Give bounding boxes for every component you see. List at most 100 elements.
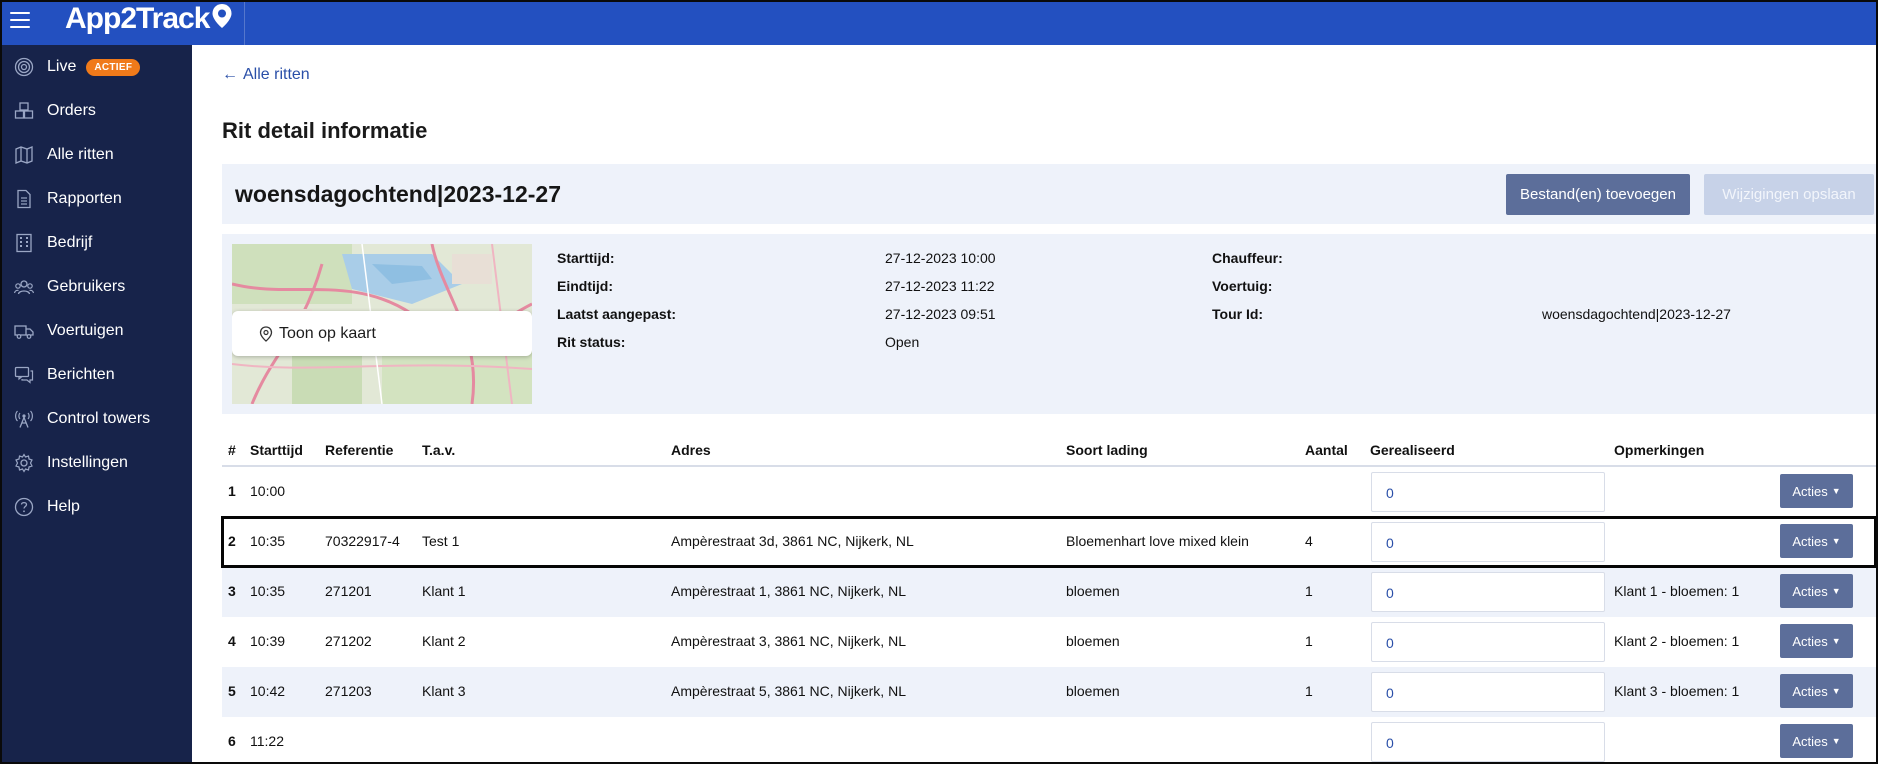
caret-down-icon: ▼ xyxy=(1831,686,1841,696)
realized-input[interactable]: 0 xyxy=(1371,472,1605,512)
gear-icon xyxy=(13,452,35,474)
sidebar-item-label: Alle ritten xyxy=(47,146,114,163)
tower-icon xyxy=(13,408,35,430)
row-cargo-type: bloemen xyxy=(1066,683,1120,699)
sidebar-item-label: Voertuigen xyxy=(47,322,124,339)
realized-input[interactable]: 0 xyxy=(1371,622,1605,662)
end-time-value: 27-12-2023 11:22 xyxy=(885,278,995,294)
realized-input[interactable]: 0 xyxy=(1371,672,1605,712)
table-row: 4 10:39 271202 Klant 2 Ampèrestraat 3, 3… xyxy=(222,617,1876,667)
back-link[interactable]: ← Alle ritten xyxy=(222,66,310,84)
caret-down-icon: ▼ xyxy=(1831,636,1841,646)
column-header-tav: T.a.v. xyxy=(422,442,456,458)
back-link-label: Alle ritten xyxy=(243,66,310,83)
actions-dropdown-button[interactable]: Acties ▼ xyxy=(1780,474,1853,508)
row-remarks: Klant 1 - bloemen: 1 xyxy=(1614,583,1740,599)
table-row: 3 10:35 271201 Klant 1 Ampèrestraat 1, 3… xyxy=(222,567,1876,617)
row-address: Ampèrestraat 5, 3861 NC, Nijkerk, NL xyxy=(671,683,906,699)
caret-down-icon: ▼ xyxy=(1831,736,1841,746)
last-modified-label: Laatst aangepast: xyxy=(557,306,677,322)
sidebar-item-live[interactable]: Live ACTIEF xyxy=(0,47,192,87)
actions-label: Acties xyxy=(1792,483,1828,499)
sidebar-item-alle-ritten[interactable]: Alle ritten xyxy=(0,135,192,175)
arrow-left-icon: ← xyxy=(222,66,238,83)
table-row: 1 10:00 0 Acties ▼ xyxy=(222,467,1876,517)
row-number: 4 xyxy=(228,633,236,649)
top-bar: App2Track xyxy=(0,0,1878,45)
hamburger-menu-icon[interactable] xyxy=(10,12,30,30)
route-name: woensdagochtend|2023-12-27 xyxy=(235,181,561,207)
vehicle-label: Voertuig: xyxy=(1212,278,1273,294)
column-header-number: # xyxy=(228,442,236,458)
column-header-adres: Adres xyxy=(671,442,711,458)
row-start-time: 10:39 xyxy=(250,633,286,649)
row-address: Ampèrestraat 3d, 3861 NC, Nijkerk, NL xyxy=(671,533,914,549)
row-count: 1 xyxy=(1305,683,1313,699)
row-reference: 271201 xyxy=(325,583,372,599)
show-on-map-button[interactable]: Toon op kaart xyxy=(232,311,532,356)
actions-dropdown-button[interactable]: Acties ▼ xyxy=(1780,624,1853,658)
sidebar-item-orders[interactable]: Orders xyxy=(0,91,192,131)
sidebar-item-help[interactable]: Help xyxy=(0,487,192,527)
row-count: 1 xyxy=(1305,633,1313,649)
column-header-opmerkingen: Opmerkingen xyxy=(1614,442,1705,458)
row-address: Ampèrestraat 1, 3861 NC, Nijkerk, NL xyxy=(671,583,906,599)
save-changes-button[interactable]: Wijzigingen opslaan xyxy=(1704,174,1874,215)
actions-dropdown-button[interactable]: Acties ▼ xyxy=(1780,724,1853,758)
row-cargo-type: bloemen xyxy=(1066,583,1120,599)
start-time-label: Starttijd: xyxy=(557,250,615,266)
actions-dropdown-button[interactable]: Acties ▼ xyxy=(1780,524,1853,558)
sidebar-item-berichten[interactable]: Berichten xyxy=(0,355,192,395)
row-start-time: 10:42 xyxy=(250,683,286,699)
map-icon xyxy=(13,144,35,166)
realized-input[interactable]: 0 xyxy=(1371,572,1605,612)
sidebar-item-label: Help xyxy=(47,498,80,515)
users-icon xyxy=(13,276,35,298)
add-files-button[interactable]: Bestand(en) toevoegen xyxy=(1506,174,1690,215)
app-logo[interactable]: App2Track xyxy=(65,2,233,36)
sidebar-item-gebruikers[interactable]: Gebruikers xyxy=(0,267,192,307)
boxes-icon xyxy=(13,100,35,122)
route-status-value: Open xyxy=(885,334,920,350)
sidebar-item-bedrijf[interactable]: Bedrijf xyxy=(0,223,192,263)
caret-down-icon: ▼ xyxy=(1831,586,1841,596)
sidebar-item-rapporten[interactable]: Rapporten xyxy=(0,179,192,219)
sidebar-item-voertuigen[interactable]: Voertuigen xyxy=(0,311,192,351)
show-on-map-label: Toon op kaart xyxy=(279,324,376,342)
start-time-value: 27-12-2023 10:00 xyxy=(885,250,996,266)
realized-input[interactable]: 0 xyxy=(1371,522,1605,562)
row-attention: Test 1 xyxy=(422,533,460,549)
row-remarks: Klant 3 - bloemen: 1 xyxy=(1614,683,1740,699)
sidebar-item-label: Control towers xyxy=(47,410,151,427)
column-header-referentie: Referentie xyxy=(325,442,394,458)
actions-label: Acties xyxy=(1792,733,1828,749)
row-attention: Klant 2 xyxy=(422,633,466,649)
map-thumbnail[interactable]: Toon op kaart xyxy=(232,244,532,404)
row-start-time: 11:22 xyxy=(250,733,284,749)
caret-down-icon: ▼ xyxy=(1831,486,1841,496)
sidebar-item-control-towers[interactable]: Control towers xyxy=(0,399,192,439)
sidebar-item-instellingen[interactable]: Instellingen xyxy=(0,443,192,483)
row-reference: 271203 xyxy=(325,683,372,699)
row-count: 1 xyxy=(1305,583,1313,599)
sidebar: Live ACTIEF Orders Alle ritten Rapporten… xyxy=(0,45,192,764)
row-remarks: Klant 2 - bloemen: 1 xyxy=(1614,633,1740,649)
actions-dropdown-button[interactable]: Acties ▼ xyxy=(1780,574,1853,608)
messages-icon xyxy=(13,364,35,386)
row-reference: 70322917-4 xyxy=(325,533,400,549)
last-modified-value: 27-12-2023 09:51 xyxy=(885,306,996,322)
sidebar-item-label: Gebruikers xyxy=(47,278,126,295)
row-number: 1 xyxy=(228,483,236,499)
row-number: 5 xyxy=(228,683,236,699)
realized-input[interactable]: 0 xyxy=(1371,722,1605,762)
truck-icon xyxy=(13,320,35,342)
table-row: 5 10:42 271203 Klant 3 Ampèrestraat 5, 3… xyxy=(222,667,1876,717)
actions-dropdown-button[interactable]: Acties ▼ xyxy=(1780,674,1853,708)
location-pin-icon xyxy=(212,4,232,28)
actions-label: Acties xyxy=(1792,683,1828,699)
row-attention: Klant 1 xyxy=(422,583,466,599)
actions-label: Acties xyxy=(1792,583,1828,599)
sidebar-item-label: Berichten xyxy=(47,366,115,383)
row-cargo-type: bloemen xyxy=(1066,633,1120,649)
actions-label: Acties xyxy=(1792,533,1828,549)
